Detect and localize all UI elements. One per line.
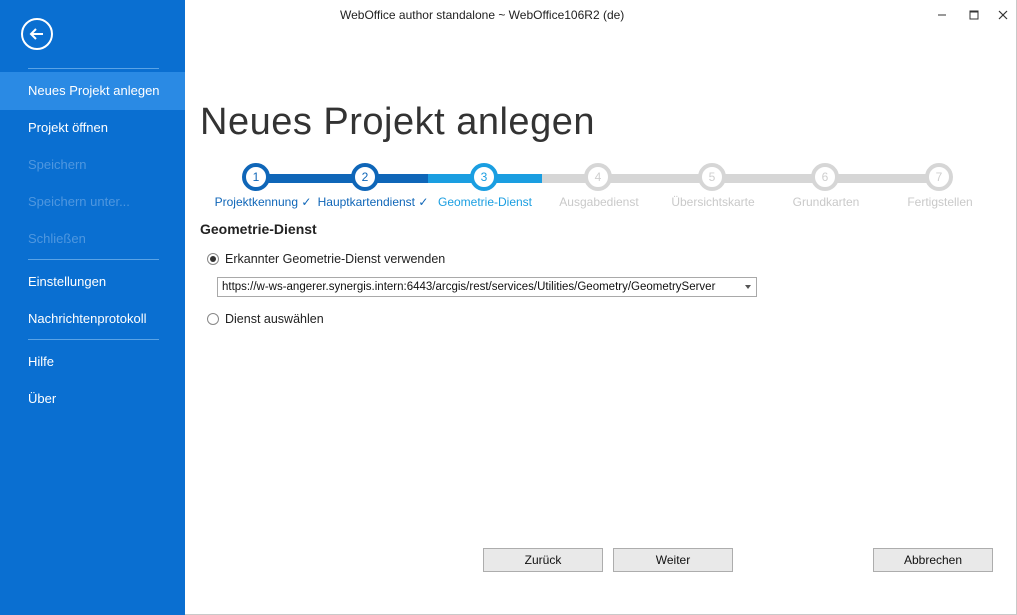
step-3-label[interactable]: Geometrie-Dienst bbox=[438, 195, 532, 209]
cancel-button[interactable]: Abbrechen bbox=[873, 548, 993, 572]
service-url-dropdown[interactable]: https://w-ws-angerer.synergis.intern:644… bbox=[217, 277, 757, 297]
sidebar-item-open-project[interactable]: Projekt öffnen bbox=[0, 109, 185, 147]
step-5-label[interactable]: Übersichtskarte bbox=[671, 195, 754, 209]
sidebar-item-save[interactable]: Speichern bbox=[0, 146, 185, 184]
radio-choose-service-label[interactable]: Dienst auswählen bbox=[225, 312, 324, 326]
section-title: Geometrie-Dienst bbox=[200, 221, 317, 237]
back-button[interactable]: Zurück bbox=[483, 548, 603, 572]
step-7-circle[interactable]: 7 bbox=[925, 163, 953, 191]
sidebar-item-message-log[interactable]: Nachrichtenprotokoll bbox=[0, 300, 185, 338]
maximize-icon bbox=[969, 10, 979, 20]
arrow-left-icon bbox=[29, 28, 43, 40]
step-7-label[interactable]: Fertigstellen bbox=[907, 195, 972, 209]
sidebar-separator bbox=[28, 339, 159, 340]
sidebar-item-about[interactable]: Über bbox=[0, 380, 185, 418]
window-title: WebOffice author standalone ~ WebOffice1… bbox=[340, 8, 625, 22]
sidebar: Neues Projekt anlegen Projekt öffnen Spe… bbox=[0, 0, 185, 615]
sidebar-item-save-as[interactable]: Speichern unter... bbox=[0, 183, 185, 221]
sidebar-item-settings[interactable]: Einstellungen bbox=[0, 263, 185, 301]
step-progress-bar-done bbox=[256, 174, 428, 183]
wizard-steps: 1 2 3 4 5 6 7 Projektkennung ✓ Hauptkart… bbox=[195, 163, 1000, 213]
maximize-button[interactable] bbox=[964, 5, 984, 25]
close-window-button[interactable] bbox=[993, 5, 1013, 25]
sidebar-separator bbox=[28, 68, 159, 69]
step-6-label[interactable]: Grundkarten bbox=[793, 195, 860, 209]
back-arrow-button[interactable] bbox=[21, 18, 53, 50]
step-2-label[interactable]: Hauptkartendienst ✓ bbox=[318, 195, 429, 209]
sidebar-separator bbox=[28, 259, 159, 260]
step-3-circle[interactable]: 3 bbox=[470, 163, 498, 191]
radio-choose-service[interactable] bbox=[207, 313, 219, 325]
radio-detected-service-label[interactable]: Erkannter Geometrie-Dienst verwenden bbox=[225, 252, 445, 266]
step-1-label[interactable]: Projektkennung ✓ bbox=[215, 195, 312, 209]
minimize-icon bbox=[938, 14, 946, 16]
radio-selected-dot bbox=[210, 256, 216, 262]
sidebar-item-help[interactable]: Hilfe bbox=[0, 343, 185, 381]
sidebar-item-new-project[interactable]: Neues Projekt anlegen bbox=[0, 72, 185, 110]
step-4-circle[interactable]: 4 bbox=[584, 163, 612, 191]
page-title: Neues Projekt anlegen bbox=[200, 101, 595, 143]
step-4-label[interactable]: Ausgabedienst bbox=[559, 195, 638, 209]
step-5-circle[interactable]: 5 bbox=[698, 163, 726, 191]
radio-detected-service[interactable] bbox=[207, 253, 219, 265]
next-button[interactable]: Weiter bbox=[613, 548, 733, 572]
dropdown-arrow-icon bbox=[745, 285, 751, 289]
service-url-value: https://w-ws-angerer.synergis.intern:644… bbox=[222, 281, 716, 293]
step-2-circle[interactable]: 2 bbox=[351, 163, 379, 191]
close-icon bbox=[998, 10, 1008, 20]
step-6-circle[interactable]: 6 bbox=[811, 163, 839, 191]
step-1-circle[interactable]: 1 bbox=[242, 163, 270, 191]
sidebar-item-close[interactable]: Schließen bbox=[0, 220, 185, 258]
minimize-button[interactable] bbox=[932, 5, 952, 25]
